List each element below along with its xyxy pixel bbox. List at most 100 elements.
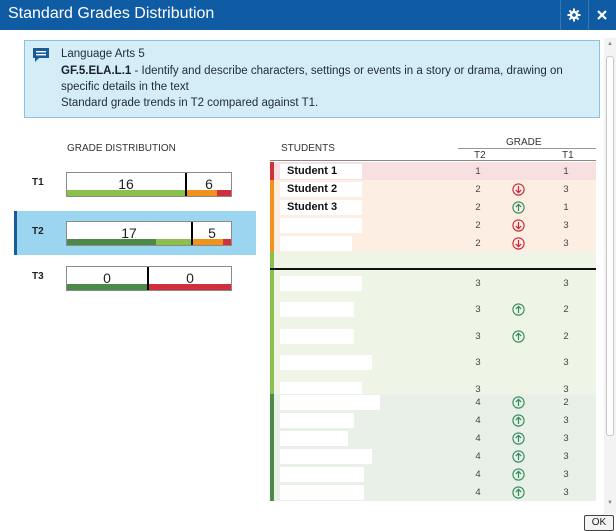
- student-name[interactable]: [280, 485, 364, 500]
- standard-code: GF.5.ELA.L.1: [61, 65, 132, 77]
- scroll-down-icon[interactable]: ▼: [607, 500, 613, 506]
- student-name[interactable]: [280, 302, 354, 317]
- student-row[interactable]: 43: [270, 483, 596, 501]
- trend-up-icon: [512, 486, 525, 504]
- trend-down-icon: [512, 237, 525, 255]
- student-name[interactable]: Student 3: [280, 200, 362, 215]
- grade-header: GRADE: [506, 137, 542, 148]
- gear-icon: [567, 8, 581, 22]
- term-row-t3[interactable]: T3 0 0: [14, 256, 256, 300]
- student-name[interactable]: [280, 413, 354, 428]
- student-row[interactable]: 23: [270, 234, 596, 252]
- t1-grade: 1: [563, 166, 569, 177]
- settings-button[interactable]: [560, 0, 586, 30]
- t1-grade: 3: [563, 238, 569, 249]
- student-row[interactable]: 33: [270, 270, 596, 296]
- student-name[interactable]: [280, 276, 362, 291]
- term-label: T1: [32, 177, 44, 188]
- scrollbar-thumb[interactable]: [606, 56, 614, 436]
- course-name: Language Arts 5: [61, 48, 145, 60]
- student-row[interactable]: Student 2 2 3: [270, 180, 596, 198]
- close-button[interactable]: [588, 0, 614, 30]
- students-table: Student 1 1 1 Student 2 2 3 Student 3212323333…: [270, 162, 596, 514]
- student-name[interactable]: [280, 329, 354, 344]
- t1-grade: 3: [563, 357, 569, 368]
- t2-grade: 4: [475, 469, 481, 480]
- student-name[interactable]: [280, 218, 362, 233]
- grade-level-stripe: [270, 394, 274, 411]
- t2-grade: 2: [475, 238, 481, 249]
- term-row-t1[interactable]: T1 16 6: [14, 162, 256, 206]
- student-row[interactable]: 43: [270, 429, 596, 447]
- trend-up-icon: [512, 330, 525, 348]
- student-row[interactable]: 23: [270, 216, 596, 234]
- t2-grade: 4: [475, 451, 481, 462]
- t2-grade: 3: [475, 331, 481, 342]
- t2-grade: 4: [475, 487, 481, 498]
- student-row[interactable]: 32: [270, 323, 596, 349]
- group-divider: [270, 268, 596, 270]
- t1-grade: 3: [563, 487, 569, 498]
- grade-level-stripe: [270, 411, 274, 429]
- title-bar: Standard Grades Distribution: [0, 0, 616, 30]
- grade-level-stripe: [270, 162, 274, 180]
- student-row[interactable]: 32: [270, 296, 596, 323]
- grade-level-stripe: [270, 323, 274, 349]
- trend-note: Standard grade trends in T2 compared aga…: [61, 97, 319, 109]
- student-row[interactable]: Student 3 2 1: [270, 198, 596, 216]
- table-header-divider: [270, 160, 596, 161]
- grade-distribution-bar: 17 5: [66, 221, 232, 246]
- grade-level-stripe: [270, 483, 274, 501]
- student-row[interactable]: 43: [270, 465, 596, 483]
- t2-grade: 1: [475, 166, 481, 177]
- student-row[interactable]: Student 1 1 1: [270, 162, 596, 180]
- student-name[interactable]: [280, 431, 348, 446]
- grade-distribution-bar: 0 0: [66, 266, 232, 291]
- t1-grade: 3: [563, 184, 569, 195]
- scroll-up-icon[interactable]: ▲: [607, 41, 613, 47]
- t1-grade: 3: [563, 220, 569, 231]
- t1-grade: 2: [563, 397, 569, 408]
- student-row[interactable]: 33: [270, 349, 596, 376]
- grade-level-stripe: [270, 180, 274, 198]
- t1-grade: 3: [563, 278, 569, 289]
- t1-grade: 1: [563, 202, 569, 213]
- grade-level-stripe: [270, 429, 274, 447]
- grade-level-stripe: [270, 216, 274, 234]
- comment-icon: [33, 48, 49, 62]
- t1-grade: 2: [563, 304, 569, 315]
- t2-grade: 3: [475, 304, 481, 315]
- t2-grade: 4: [475, 433, 481, 444]
- grade-level-stripe: [270, 198, 274, 216]
- students-header: STUDENTS: [281, 143, 335, 154]
- student-name[interactable]: [280, 395, 380, 410]
- term-row-t2[interactable]: T2 17 5: [14, 211, 256, 255]
- close-icon: [597, 10, 607, 20]
- grade-level-stripe: [270, 465, 274, 483]
- standard-description: GF.5.ELA.L.1 - Identify and describe cha…: [61, 65, 563, 77]
- student-name[interactable]: Student 2: [280, 182, 362, 197]
- grade-distribution-bar: 16 6: [66, 172, 232, 197]
- grade-level-stripe: [270, 234, 274, 252]
- student-row[interactable]: 43: [270, 411, 596, 429]
- t1-grade: 3: [563, 451, 569, 462]
- scrollbar[interactable]: ▲ ▼: [604, 38, 616, 514]
- student-name[interactable]: [280, 355, 372, 370]
- window-title: Standard Grades Distribution: [8, 5, 215, 22]
- t2-grade: 4: [475, 397, 481, 408]
- student-row[interactable]: 43: [270, 447, 596, 465]
- grade-level-stripe: [270, 349, 274, 376]
- student-name[interactable]: [280, 467, 364, 482]
- t1-grade: 3: [563, 469, 569, 480]
- student-name[interactable]: [280, 236, 352, 251]
- trend-up-icon: [512, 303, 525, 321]
- t1-grade: 3: [563, 415, 569, 426]
- student-name[interactable]: [280, 449, 372, 464]
- t1-grade: 3: [563, 433, 569, 444]
- t1-grade: 2: [563, 331, 569, 342]
- student-row[interactable]: 42: [270, 394, 596, 411]
- student-name[interactable]: Student 1: [280, 164, 362, 179]
- t2-grade: 3: [475, 278, 481, 289]
- grade-level-stripe: [270, 296, 274, 323]
- grade-distribution-header: GRADE DISTRIBUTION: [67, 143, 176, 154]
